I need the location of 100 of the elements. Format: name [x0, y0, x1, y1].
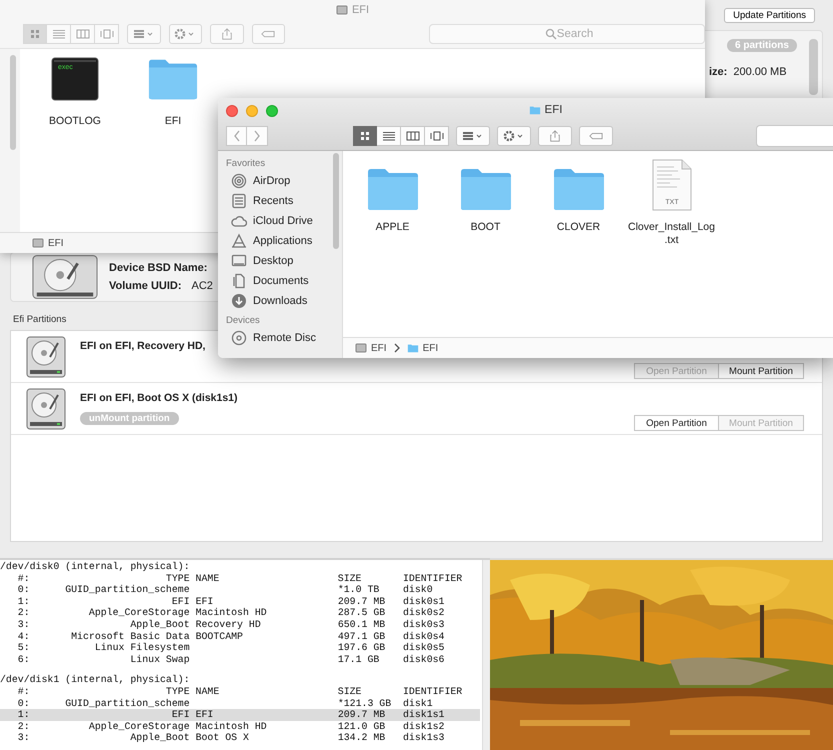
sidebar-heading: Devices [226, 314, 261, 328]
columns-icon [76, 29, 90, 39]
sidebar-heading: Favorites [226, 157, 266, 171]
volume-uuid-value: AC2 [192, 280, 213, 292]
device-bsd-name-label: Device BSD Name: [109, 262, 208, 274]
hard-drive-icon [25, 386, 67, 430]
search-field[interactable] [756, 125, 833, 147]
window-title: EFI [544, 104, 562, 116]
share-button[interactable] [210, 24, 244, 44]
sidebar-item[interactable]: Applications [226, 231, 342, 251]
close-button[interactable] [226, 105, 238, 117]
forward-button[interactable] [247, 126, 268, 146]
file-name[interactable]: CLOVER [556, 221, 600, 234]
cover-view-button[interactable] [425, 126, 449, 146]
file-name[interactable]: APPLE [376, 221, 410, 234]
terminal-line: 3: Apple_Boot Boot OS X 134.2 MB disk1s3 [16, 732, 446, 744]
open-partition-button[interactable]: Open Partition [634, 415, 719, 431]
chevron-icon [394, 343, 400, 353]
folder-icon [148, 57, 198, 101]
search-field[interactable]: Search [429, 24, 705, 44]
file-name[interactable]: Clover_Install_Log .txt [628, 221, 715, 247]
mount-partition-button[interactable]: Mount Partition [719, 363, 804, 379]
scrollbar[interactable] [10, 55, 16, 150]
zoom-button[interactable] [266, 105, 278, 117]
icon-view-button[interactable] [353, 126, 377, 146]
folder-icon [366, 167, 418, 211]
columns-icon [406, 131, 420, 141]
volume-uuid-label: Volume UUID: [109, 280, 182, 292]
sidebar-item[interactable]: Remote Disc [226, 328, 342, 348]
search-icon [545, 28, 557, 40]
forward-chevron-icon [253, 130, 261, 142]
cover-flow-icon [100, 29, 114, 39]
sidebar-item[interactable]: iCloud Drive [226, 211, 342, 231]
sidebar-item[interactable]: Desktop [226, 251, 342, 271]
hard-drive-icon [25, 334, 67, 378]
terminal-line: /dev/disk0 (internal, physical): [0, 561, 191, 573]
terminal-line: 1: EFI EFI 209.7 MB disk0s1 [16, 596, 446, 608]
arrange-button[interactable] [127, 24, 160, 44]
sidebar-item[interactable]: Documents [226, 271, 342, 291]
back-button[interactable] [226, 126, 247, 146]
grid-icon [358, 131, 372, 141]
applications-icon [231, 233, 247, 249]
disc-icon [231, 330, 247, 346]
share-icon [220, 28, 234, 40]
terminal-line: 4: Microsoft Basic Data BOOTCAMP 497.1 GB disk0s4 [16, 630, 446, 642]
section-title: Efi Partitions [12, 313, 66, 327]
size-label: ize: [709, 66, 728, 78]
sidebar-item[interactable]: Downloads [226, 291, 342, 311]
cover-flow-icon [430, 131, 444, 141]
list-view-button[interactable] [377, 126, 401, 146]
terminal-line: 0: GUID_partition_scheme *121.3 GB disk1 [16, 698, 434, 710]
file-name[interactable]: BOOT [470, 221, 500, 234]
update-partitions-button[interactable]: Update Partitions [724, 8, 815, 23]
terminal-line: #: TYPE NAME SIZE IDENTIFIER [16, 686, 464, 698]
path-item[interactable]: EFI [422, 342, 438, 354]
column-view-button[interactable] [401, 126, 425, 146]
window-title: EFI [352, 4, 370, 16]
scrollbar[interactable] [809, 39, 818, 95]
partitions-count-badge: 6 partitions [727, 39, 797, 52]
terminal-line: 6: Linux Swap 17.1 GB disk0s6 [16, 654, 446, 666]
partition-title: EFI on EFI, Recovery HD, [80, 340, 206, 352]
download-icon [231, 293, 247, 309]
tag-icon [261, 28, 276, 40]
terminal-line: 5: Linux Filesystem 197.6 GB disk0s5 [16, 642, 446, 654]
file-name[interactable]: BOOTLOG [49, 115, 101, 127]
list-icon [52, 29, 66, 39]
path-item[interactable]: EFI [48, 238, 64, 248]
path-item[interactable]: EFI [371, 342, 387, 354]
file-name[interactable]: EFI [164, 115, 182, 127]
terminal-line: /dev/disk1 (internal, physical): [0, 674, 191, 686]
folder-icon [528, 104, 541, 116]
partition-title: EFI on EFI, Boot OS X (disk1s1) [80, 392, 238, 404]
sidebar-item[interactable]: Recents [226, 191, 342, 211]
documents-icon [231, 273, 247, 289]
gear-button[interactable] [168, 24, 202, 44]
arrange-button[interactable] [456, 126, 490, 146]
terminal-line: #: TYPE NAME SIZE IDENTIFIER [16, 572, 464, 584]
sidebar-item[interactable]: AirDrop [226, 171, 342, 191]
folder-icon [552, 167, 604, 211]
tag-button[interactable] [579, 126, 613, 146]
tag-icon [589, 130, 603, 142]
list-icon [382, 131, 396, 141]
scrollbar[interactable] [333, 153, 339, 249]
monitor-icon [231, 253, 247, 269]
minimize-button[interactable] [246, 105, 258, 117]
airdrop-icon [231, 173, 247, 189]
folder-icon [406, 342, 419, 354]
terminal-line: 0: GUID_partition_scheme *1.0 TB disk0 [16, 584, 434, 596]
scrollbar[interactable] [482, 560, 490, 750]
tag-button[interactable] [252, 24, 285, 44]
share-button[interactable] [538, 126, 572, 146]
folder-icon [460, 167, 512, 211]
gear-button[interactable] [497, 126, 531, 146]
cloud-icon [231, 213, 247, 229]
terminal-line: 2: Apple_CoreStorage Macintosh HD 121.0 GB disk1s2 [16, 720, 446, 732]
back-chevron-icon [232, 130, 240, 142]
recents-icon [231, 193, 247, 209]
terminal-line: 2: Apple_CoreStorage Macintosh HD 287.5 GB disk0s2 [16, 607, 446, 619]
share-icon [548, 130, 562, 142]
grid-icon [28, 29, 42, 39]
